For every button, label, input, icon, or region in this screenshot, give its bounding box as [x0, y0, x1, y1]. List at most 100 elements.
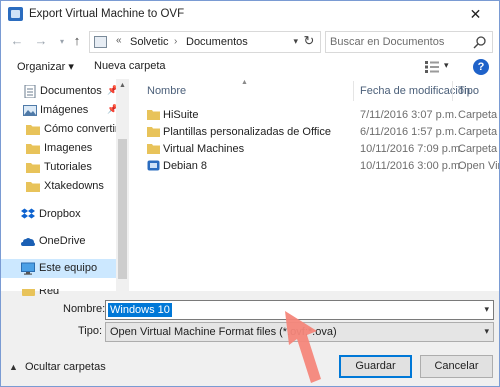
hide-folders-label: Ocultar carpetas — [25, 361, 106, 373]
sidebar-item-label: Tutoriales — [44, 161, 92, 173]
sidebar-item-red[interactable]: Red — [1, 289, 116, 298]
address-dropdown-icon[interactable]: ▾ — [293, 36, 298, 47]
breadcrumb-separator: › — [174, 36, 178, 47]
sidebar-item-dropbox[interactable]: Dropbox — [1, 205, 116, 224]
sidebar-scrollbar[interactable]: ▲ — [116, 79, 129, 291]
filetype-select[interactable]: Open Virtual Machine Format files (*.ovf… — [105, 322, 494, 342]
file-row-debian[interactable]: Debian 8 10/11/2016 3:00 p.m. Open Virtu — [143, 158, 499, 175]
filename-label: Nombre: — [63, 303, 106, 315]
search-icon[interactable] — [473, 35, 487, 49]
onedrive-icon — [21, 238, 35, 246]
sidebar-item-imagenes-pinned[interactable]: Imágenes 📌 — [1, 101, 116, 120]
folder-icon — [26, 182, 40, 192]
view-options-icon[interactable] — [425, 61, 439, 73]
view-options-dropdown-icon[interactable]: ▾ — [444, 60, 449, 71]
virtualbox-app-icon — [8, 7, 23, 21]
sort-ascending-icon: ▲ — [241, 79, 248, 86]
sidebar-item-label: Dropbox — [39, 208, 81, 220]
file-row-virtual-machines[interactable]: Virtual Machines 10/11/2016 7:09 p.m. Ca… — [143, 141, 499, 158]
breadcrumb-solvetic[interactable]: Solvetic — [130, 36, 169, 48]
file-date: 10/11/2016 3:00 p.m. — [360, 160, 464, 172]
file-row-plantillas[interactable]: Plantillas personalizadas de Office 6/11… — [143, 124, 499, 141]
command-bar: Organizar ▾ Nueva carpeta ▾ ? — [1, 56, 499, 79]
folder-icon — [26, 144, 40, 154]
pictures-icon — [23, 105, 37, 116]
folder-icon — [26, 125, 40, 135]
navigation-bar: ← → ▾ ↑ « Solvetic › Documentos ▾ ↻ — [1, 28, 499, 55]
column-header-date[interactable]: Fecha de modificación — [360, 85, 470, 97]
filetype-dropdown-icon[interactable]: ▾ — [484, 326, 489, 337]
cancel-button[interactable]: Cancelar — [420, 355, 493, 378]
address-bar[interactable]: « Solvetic › Documentos ▾ ↻ — [89, 31, 321, 53]
file-type: Carpeta de — [458, 143, 499, 155]
title-bar[interactable]: Export Virtual Machine to OVF ✕ — [1, 1, 499, 28]
refresh-icon[interactable]: ↻ — [300, 33, 318, 51]
sidebar-item-como-convertir[interactable]: Cómo convertir — [1, 120, 116, 139]
sidebar-item-label: Este equipo — [39, 262, 98, 274]
file-name: HiSuite — [163, 109, 199, 121]
sidebar-item-label: Documentos — [40, 85, 102, 97]
sidebar-item-imagenes[interactable]: Imagenes — [1, 139, 116, 158]
column-header-type[interactable]: Tipo — [458, 85, 479, 97]
chevron-up-icon: ▲ — [9, 362, 18, 372]
close-button[interactable]: ✕ — [454, 1, 497, 27]
sidebar-item-label: Imágenes — [40, 104, 89, 116]
file-name: Virtual Machines — [163, 143, 245, 155]
filetype-value: Open Virtual Machine Format files (*.ovf… — [110, 326, 337, 338]
file-list: ▲ Nombre Fecha de modificación Tipo HiSu… — [131, 79, 499, 291]
folder-icon — [147, 127, 160, 137]
folder-icon — [147, 144, 160, 154]
sidebar-item-label: OneDrive — [39, 235, 86, 247]
save-button[interactable]: Guardar — [339, 355, 412, 378]
sidebar-item-tutoriales[interactable]: Tutoriales — [1, 158, 116, 177]
help-icon[interactable]: ? — [473, 59, 489, 75]
filename-dropdown-icon[interactable]: ▾ — [484, 304, 489, 315]
column-divider[interactable] — [353, 81, 354, 101]
sidebar-item-xtakedowns[interactable]: Xtakedowns — [1, 177, 116, 196]
file-date: 10/11/2016 7:09 p.m. — [360, 143, 464, 155]
sidebar-item-label: Red — [39, 289, 60, 297]
scroll-up-icon[interactable]: ▲ — [116, 79, 129, 92]
recent-locations-chevron-icon[interactable]: ▾ — [54, 34, 70, 50]
folder-icon — [26, 163, 40, 173]
search-input[interactable] — [330, 34, 470, 50]
back-arrow-icon[interactable]: ← — [9, 33, 25, 49]
file-type: Carpeta de — [458, 109, 499, 121]
column-divider[interactable] — [452, 81, 453, 101]
file-name: Plantillas personalizadas de Office — [163, 126, 331, 138]
file-type: Open Virtu — [458, 160, 499, 172]
file-row-hisuite[interactable]: HiSuite 7/11/2016 3:07 p.m. Carpeta de — [143, 107, 499, 124]
filename-value[interactable]: Windows 10 — [108, 303, 172, 317]
pin-icon: 📌 — [107, 85, 116, 95]
breadcrumb-documentos[interactable]: Documentos — [186, 36, 248, 48]
up-arrow-icon[interactable]: ↑ — [69, 33, 85, 49]
breadcrumb-overflow[interactable]: « — [116, 35, 122, 46]
column-header-name[interactable]: Nombre — [147, 85, 186, 97]
search-box[interactable] — [325, 31, 493, 53]
save-form: Red Nombre: Windows 10 ▾ Tipo: Open Virt… — [1, 289, 499, 386]
dropbox-icon — [21, 208, 35, 219]
file-name: Debian 8 — [163, 160, 208, 172]
scrollbar-thumb[interactable] — [118, 139, 127, 279]
export-dialog: Export Virtual Machine to OVF ✕ ← → ▾ ↑ … — [0, 0, 500, 387]
sidebar-item-label: Imagenes — [44, 142, 93, 154]
navigation-pane: Documentos 📌 Imágenes 📌 Cómo convertir I… — [1, 79, 116, 291]
folder-icon — [147, 110, 160, 120]
sidebar-item-label: Cómo convertir — [44, 123, 116, 135]
organize-button[interactable]: Organizar ▾ — [17, 60, 74, 73]
sidebar-item-este-equipo[interactable]: Este equipo — [1, 259, 116, 278]
documents-icon — [24, 85, 36, 98]
sidebar-item-documentos[interactable]: Documentos 📌 — [1, 82, 116, 101]
network-icon — [22, 289, 35, 296]
file-date: 6/11/2016 1:57 p.m. — [360, 126, 458, 138]
file-date: 7/11/2016 3:07 p.m. — [360, 109, 458, 121]
folder-location-icon — [94, 36, 107, 48]
sidebar-item-label: Xtakedowns — [44, 180, 104, 192]
filename-field[interactable]: Windows 10 ▾ — [105, 300, 494, 320]
this-pc-icon — [21, 262, 35, 275]
vm-icon — [147, 160, 160, 171]
sidebar-item-onedrive[interactable]: OneDrive — [1, 232, 116, 251]
window-title: Export Virtual Machine to OVF — [29, 8, 185, 20]
forward-arrow-icon[interactable]: → — [33, 33, 49, 49]
new-folder-button[interactable]: Nueva carpeta — [94, 60, 166, 72]
